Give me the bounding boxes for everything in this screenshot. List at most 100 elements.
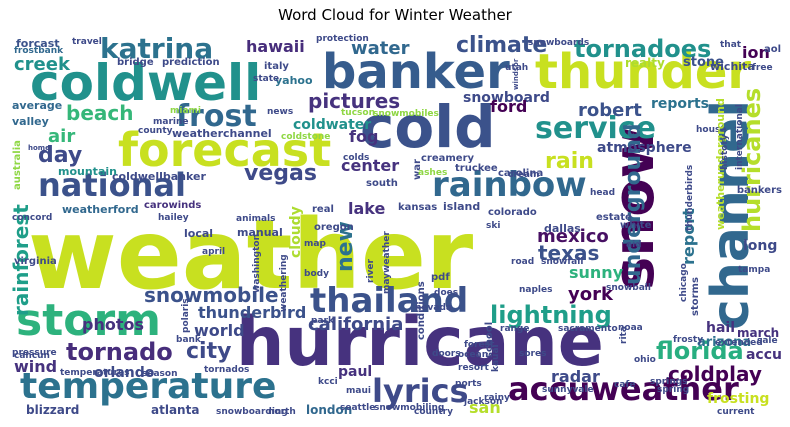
word-real: real xyxy=(312,204,334,215)
word-snowboards: snowboards xyxy=(528,38,589,48)
word-oregon: oregon xyxy=(314,222,354,233)
word-doors: doors xyxy=(432,349,461,359)
word-thunderbird: thunderbird xyxy=(198,303,306,322)
word-atlanta: atlanta xyxy=(151,403,199,417)
word-temperatures: temperatures xyxy=(60,368,129,378)
word-frostbank: frostbank xyxy=(14,46,64,56)
word-current: current xyxy=(717,407,755,417)
word-road: road xyxy=(511,257,534,267)
word-ashes: ashes xyxy=(418,168,447,178)
word-cafe: cafe xyxy=(614,380,635,390)
word-country: country xyxy=(414,407,453,417)
word-cloud: weatherhurricanecoldcoldwell banker thunde… xyxy=(12,32,782,417)
word-bridge: bridge xyxy=(117,57,154,68)
word-photos: photos xyxy=(82,315,144,334)
word-news: news xyxy=(267,107,293,117)
word-australia: australia xyxy=(12,140,23,190)
word-fog: fog xyxy=(349,127,378,146)
word-history: history xyxy=(720,134,730,170)
word-rita: rita xyxy=(619,326,629,344)
word-mayweather: mayweather xyxy=(382,231,392,294)
word-washington: washington xyxy=(252,234,262,293)
word-resort: resort xyxy=(458,363,490,373)
word-map: map xyxy=(304,239,326,249)
word-county: county xyxy=(138,126,173,136)
word-ohio: ohio xyxy=(634,355,656,365)
word-park: park xyxy=(311,316,335,326)
word-cancun: cancun xyxy=(14,351,50,361)
word-mountain: mountain xyxy=(58,165,117,178)
word-animals: animals xyxy=(236,214,275,224)
word-wichita: wichita xyxy=(710,60,755,73)
word-home: home xyxy=(28,144,50,152)
word-reports: reports xyxy=(651,96,709,112)
word-kcci: kcci xyxy=(318,377,338,387)
word-does: does xyxy=(434,288,458,298)
word-naples: naples xyxy=(519,285,552,295)
word-body: body xyxy=(304,269,329,279)
word-accu: accu xyxy=(746,347,782,363)
word-concord: concord xyxy=(12,213,52,223)
word-south: south xyxy=(366,178,398,189)
word-extended: extended xyxy=(715,338,763,348)
word-snowball: snowball xyxy=(606,283,651,293)
word-that: that xyxy=(720,40,742,50)
word-carolina: carolina xyxy=(498,168,543,179)
word-paul: paul xyxy=(338,364,372,380)
word-truckee: truckee xyxy=(455,163,498,174)
word-atmosphere: atmosphere xyxy=(597,140,692,156)
word-vegas: vegas xyxy=(244,161,317,186)
word-tampa: tampa xyxy=(738,265,770,275)
word-snowfall: snowfall xyxy=(541,257,583,267)
word-coldstone: coldstone xyxy=(281,132,330,142)
word-river: river xyxy=(366,259,376,283)
word-colds: colds xyxy=(343,153,369,163)
word-sunnyvale: sunnyvale xyxy=(542,385,594,395)
word-average: average xyxy=(12,99,62,112)
word-colorado: colorado xyxy=(488,207,537,218)
word-polaris: polaris xyxy=(181,298,191,333)
word-bank: bank xyxy=(176,335,202,345)
word-sale: sale xyxy=(757,336,778,346)
word-blizzard: blizzard xyxy=(26,403,79,417)
word-chicago: chicago xyxy=(679,263,689,302)
word-free: free xyxy=(752,63,773,73)
word-head: head xyxy=(590,188,615,198)
word-jackson: jackson xyxy=(463,397,502,407)
word-international: international xyxy=(735,104,745,170)
word-weatherford: weatherford xyxy=(62,203,139,216)
word-hail: hail xyxy=(706,320,735,336)
word-estate: estate xyxy=(596,212,632,223)
word-sacramento: sacramento xyxy=(558,324,618,334)
word-frosty: frosty xyxy=(673,335,703,345)
word-aid: aid xyxy=(626,240,642,250)
word-miami: miami xyxy=(170,106,201,116)
word-local: local xyxy=(184,227,213,240)
word-air: air xyxy=(48,126,75,147)
word-lake: lake xyxy=(348,199,385,218)
word-protection: protection xyxy=(316,34,369,44)
word-weathering: weathering xyxy=(279,254,289,312)
word-island: island xyxy=(443,200,480,213)
word-tornado: tornado xyxy=(66,338,173,366)
word-kansas: kansas xyxy=(398,202,437,213)
word-thunderbirds: thunderbirds xyxy=(685,165,695,231)
word-realty: realty xyxy=(625,56,665,70)
word-ocean: ocean xyxy=(458,350,488,360)
chart-title: Word Cloud for Winter Weather xyxy=(278,6,512,24)
word-storms: storms xyxy=(690,277,701,316)
word-world: world xyxy=(194,321,245,340)
word-spring: spring xyxy=(657,385,689,395)
word-april: april xyxy=(202,247,225,257)
word-aol: aol xyxy=(764,44,781,55)
word-snowmobiles: snowmobiles xyxy=(373,109,439,119)
word-italy: italy xyxy=(264,61,289,72)
word-nevada: nevada xyxy=(415,303,452,313)
word-prediction: prediction xyxy=(162,57,220,68)
word-valley: valley xyxy=(12,115,49,128)
word-kauai: kauai xyxy=(491,344,501,372)
word-tornados: tornados xyxy=(204,365,249,375)
word-range: range xyxy=(500,324,529,334)
word-cloudy: cloudy xyxy=(288,206,304,258)
word-carowinds: carowinds xyxy=(144,200,201,211)
